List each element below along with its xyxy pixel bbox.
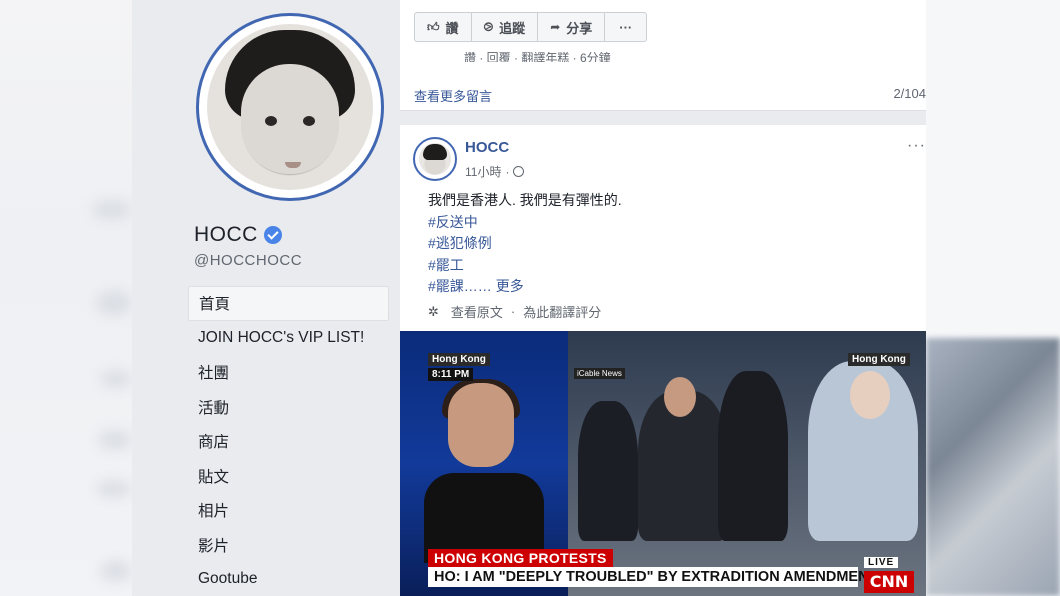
post-text: 我們是香港人. 我們是有彈性的. #反送中 #逃犯條例 #罷工 #罷課…… 更多 xyxy=(428,190,622,298)
video-speaker xyxy=(424,379,544,563)
video-source-tag: iCable News xyxy=(574,368,625,379)
hashtag-link[interactable]: #罷課…… xyxy=(428,278,492,294)
share-button[interactable]: ➦ 分享 xyxy=(538,13,606,41)
nav-item-events[interactable]: 活動 xyxy=(188,390,389,425)
news-feed: 👍︎ 讚 ⧁ 追蹤 ➦ 分享 ··· 讚 · 回覆 · 翻譯年糕 · 6分鐘 查… xyxy=(400,0,926,596)
nav-item-videos[interactable]: 影片 xyxy=(188,528,389,563)
video-headline: HONG KONG PROTESTS xyxy=(428,549,613,567)
nav-item-vip-list[interactable]: JOIN HOCC's VIP LIST! xyxy=(188,321,389,356)
thumbs-up-icon: 👍︎ xyxy=(427,19,440,34)
nav-item-shop[interactable]: 商店 xyxy=(188,424,389,459)
page-handle: @HOCCHOCC xyxy=(194,252,303,269)
cnn-logo: CNN xyxy=(864,571,914,593)
nav-item-groups[interactable]: 社團 xyxy=(188,355,389,390)
nav-item-posts[interactable]: 貼文 xyxy=(188,459,389,494)
video-player[interactable]: Hong Kong 8:11 PM iCable News Hong Kong … xyxy=(400,331,926,596)
follow-button[interactable]: ⧁ 追蹤 xyxy=(472,13,539,41)
video-subheadline: HO: I AM "DEEPLY TROUBLED" BY EXTRADITIO… xyxy=(428,567,877,587)
profile-picture[interactable] xyxy=(196,13,384,201)
hashtag-link[interactable]: #罷工 xyxy=(428,255,622,277)
page-name-text[interactable]: HOCC xyxy=(194,223,258,247)
gear-icon[interactable]: ✲ xyxy=(428,304,439,320)
nav-item-photos[interactable]: 相片 xyxy=(188,493,389,528)
video-location-tag: Hong Kong xyxy=(428,353,490,366)
share-icon: ➦ xyxy=(550,20,561,34)
verified-badge-icon xyxy=(263,226,282,244)
post-author-avatar[interactable] xyxy=(413,137,457,181)
share-label: 分享 xyxy=(566,20,593,36)
blurred-background-right xyxy=(926,0,1060,596)
post-time-text[interactable]: 11小時 xyxy=(465,163,501,180)
like-button[interactable]: 👍︎ 讚 xyxy=(415,13,472,41)
comment-meta: 讚 · 回覆 · 翻譯年糕 · 6分鐘 xyxy=(464,52,611,62)
rate-translation-link[interactable]: 為此翻譯評分 xyxy=(523,302,601,321)
video-location-tag-right: Hong Kong xyxy=(848,353,910,366)
follow-icon: ⧁ xyxy=(483,19,494,34)
live-badge: LIVE xyxy=(864,557,899,568)
more-options-button[interactable]: ··· xyxy=(605,13,646,41)
nav-item-home[interactable]: 首頁 xyxy=(188,286,389,321)
post-card: HOCC 11小時 · ··· 我們是香港人. 我們是有彈性的. #反送中 #逃… xyxy=(400,125,926,596)
view-more-comments-link[interactable]: 查看更多留言 xyxy=(414,86,492,105)
post-action-bar: 👍︎ 讚 ⧁ 追蹤 ➦ 分享 ··· xyxy=(414,12,648,42)
see-more-link[interactable]: 更多 xyxy=(496,278,524,294)
profile-photo xyxy=(207,24,373,190)
post-options-icon[interactable]: ··· xyxy=(907,137,926,155)
page-title[interactable]: HOCC xyxy=(194,223,282,247)
see-original-link[interactable]: 查看原文 xyxy=(451,302,503,321)
hashtag-link[interactable]: #逃犯條例 xyxy=(428,233,622,255)
page-navigation: 首頁 JOIN HOCC's VIP LIST! 社團 活動 商店 貼文 相片 … xyxy=(188,286,389,596)
previous-post-card: 👍︎ 讚 ⧁ 追蹤 ➦ 分享 ··· 讚 · 回覆 · 翻譯年糕 · 6分鐘 查… xyxy=(400,0,926,111)
nav-item-gootube[interactable]: Gootube xyxy=(188,562,389,596)
like-label: 讚 xyxy=(445,20,459,36)
blurred-background-left xyxy=(0,0,132,596)
translation-bar: ✲ 查看原文 · 為此翻譯評分 xyxy=(428,302,602,321)
post-author-name[interactable]: HOCC xyxy=(465,139,509,156)
more-icon: ··· xyxy=(619,19,633,35)
video-time-tag: 8:11 PM xyxy=(428,368,474,381)
comment-count: 2/104 xyxy=(893,86,926,101)
hashtag-link[interactable]: #反送中 xyxy=(428,212,622,234)
post-line: 我們是香港人. 我們是有彈性的. xyxy=(428,192,622,208)
follow-label: 追蹤 xyxy=(499,20,526,36)
post-timestamp[interactable]: 11小時 · xyxy=(465,163,525,180)
globe-icon xyxy=(513,166,525,177)
video-lower-third: HONG KONG PROTESTS HO: I AM "DEEPLY TROU… xyxy=(428,549,914,596)
